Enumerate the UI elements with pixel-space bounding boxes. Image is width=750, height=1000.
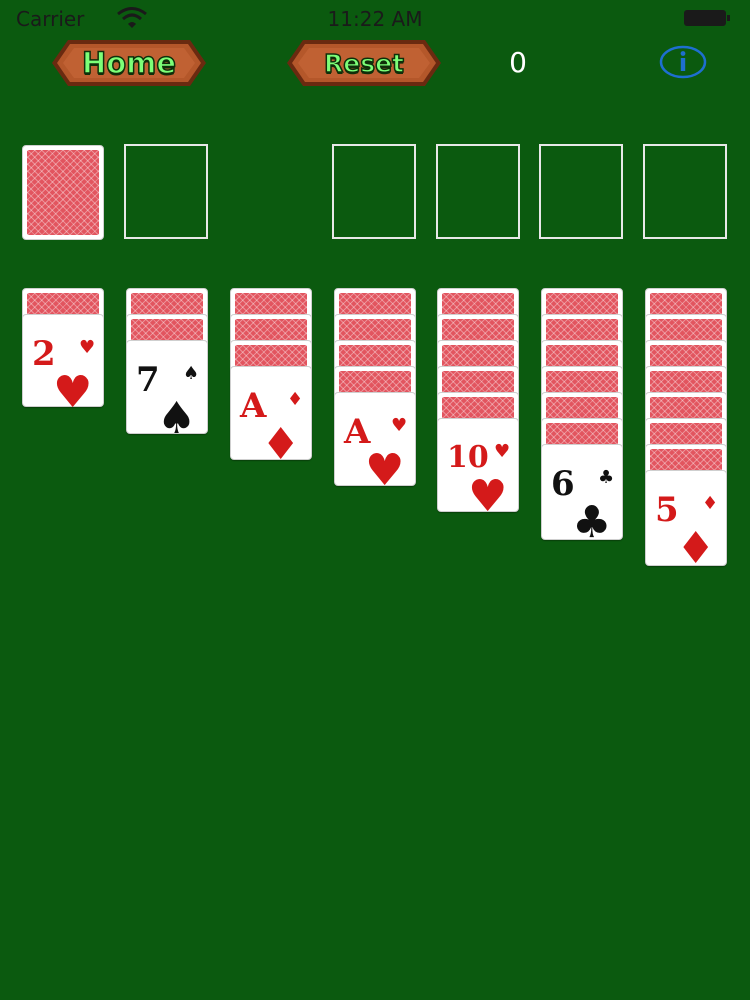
heart-icon: ♥ bbox=[494, 441, 511, 462]
card-rank: 7 bbox=[136, 360, 160, 400]
reset-label: Reset bbox=[323, 48, 405, 79]
playing-card[interactable]: A ♦ ♦ bbox=[230, 366, 312, 467]
card-rank: 6 bbox=[551, 464, 575, 504]
battery-icon bbox=[684, 10, 730, 26]
reset-button[interactable]: Reset bbox=[285, 38, 443, 88]
clock: 11:22 AM bbox=[327, 7, 423, 31]
stock-pile[interactable] bbox=[22, 145, 104, 240]
heart-icon: ♥ bbox=[53, 367, 93, 418]
card-rank: 10 bbox=[447, 440, 489, 475]
status-bar: Carrier 11:22 AM bbox=[0, 0, 750, 38]
foundation-slot[interactable] bbox=[643, 144, 727, 239]
score-display: 0 bbox=[509, 46, 527, 79]
card-rank: A bbox=[240, 386, 267, 426]
club-icon: ♣ bbox=[572, 497, 612, 548]
card-rank: A bbox=[344, 412, 371, 452]
playing-card[interactable]: 6 ♣ ♣ bbox=[541, 444, 623, 545]
waste-slot[interactable] bbox=[124, 144, 208, 239]
foundation-slot[interactable] bbox=[539, 144, 623, 239]
playing-card[interactable]: 10 ♥ ♥ bbox=[437, 418, 519, 519]
spade-icon: ♠ bbox=[157, 393, 197, 444]
heart-icon: ♥ bbox=[365, 445, 405, 496]
diamond-icon: ♦ bbox=[676, 523, 716, 574]
info-icon[interactable] bbox=[659, 45, 707, 79]
home-button[interactable]: Home bbox=[50, 38, 208, 88]
card-rank: 2 bbox=[32, 334, 56, 374]
playing-card[interactable]: 2 ♥ ♥ bbox=[22, 314, 104, 415]
card-rank: 5 bbox=[655, 490, 679, 530]
diamond-icon: ♦ bbox=[702, 493, 719, 514]
foundation-slot[interactable] bbox=[332, 144, 416, 239]
heart-icon: ♥ bbox=[79, 337, 96, 358]
diamond-icon: ♦ bbox=[261, 419, 301, 470]
home-label: Home bbox=[81, 45, 177, 81]
diamond-icon: ♦ bbox=[287, 389, 304, 410]
playing-card[interactable]: 5 ♦ ♦ bbox=[645, 470, 727, 571]
spade-icon: ♠ bbox=[183, 363, 200, 384]
heart-icon: ♥ bbox=[391, 415, 408, 436]
club-icon: ♣ bbox=[598, 467, 615, 488]
playing-card[interactable]: 7 ♠ ♠ bbox=[126, 340, 208, 441]
playing-card[interactable]: A ♥ ♥ bbox=[334, 392, 416, 493]
foundation-slot[interactable] bbox=[436, 144, 520, 239]
heart-icon: ♥ bbox=[468, 471, 508, 522]
